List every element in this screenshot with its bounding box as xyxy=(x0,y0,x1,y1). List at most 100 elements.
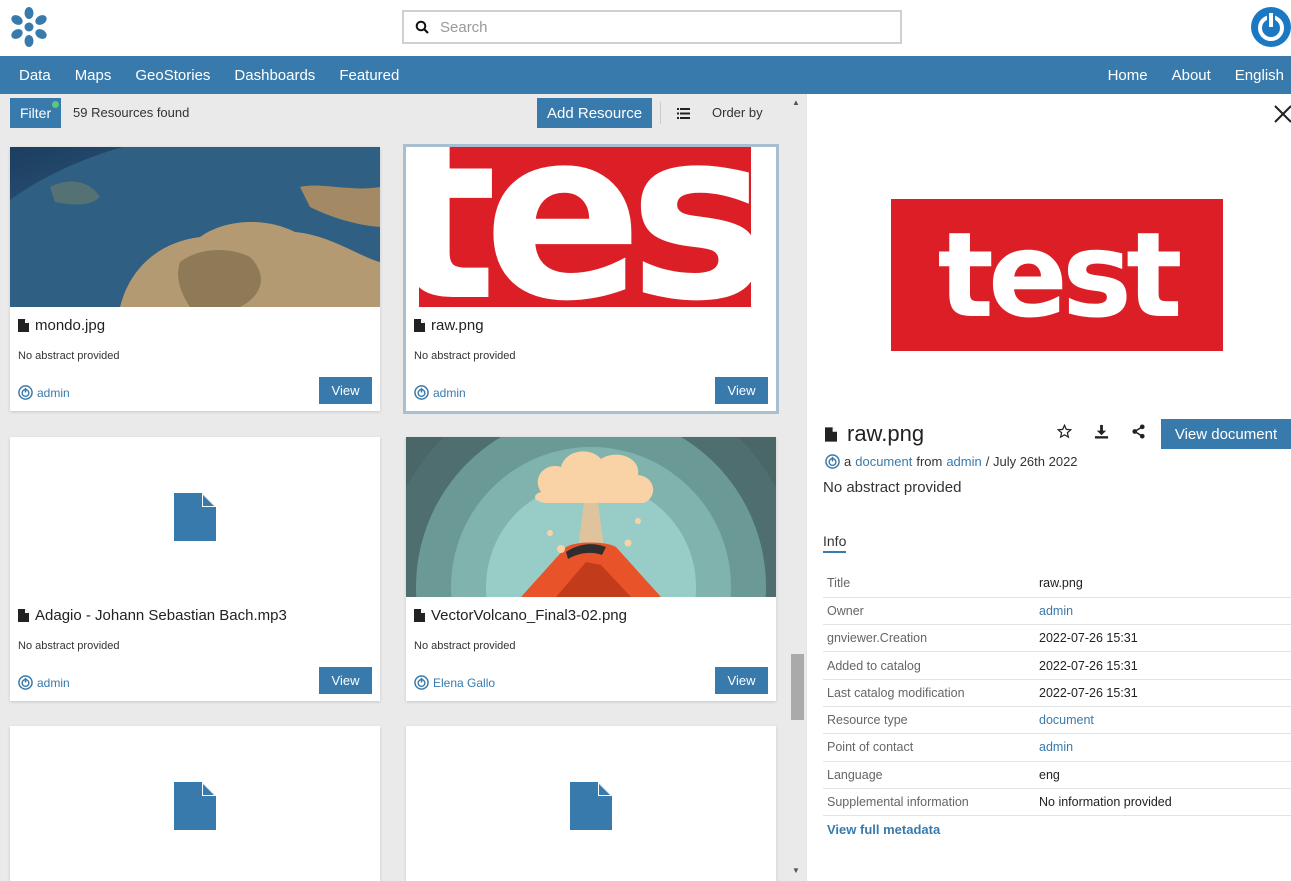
geonode-logo-icon[interactable] xyxy=(8,6,50,48)
tab-info[interactable]: Info xyxy=(823,533,847,553)
resource-card[interactable]: mondo.jpg No abstract provided admin Vie… xyxy=(10,147,380,411)
byline-a: a xyxy=(844,454,852,469)
info-key: Language xyxy=(823,761,1035,789)
scroll-up-arrow-icon[interactable]: ▲ xyxy=(792,98,800,107)
scroll-down-arrow-icon[interactable]: ▼ xyxy=(792,866,800,875)
star-icon[interactable] xyxy=(1057,424,1072,439)
view-button[interactable]: View xyxy=(319,377,372,404)
info-value: eng xyxy=(1035,761,1291,789)
close-icon[interactable] xyxy=(1273,104,1291,124)
resource-toolbar: Filter 59 Resources found Add Resource O… xyxy=(10,98,780,128)
resource-card[interactable]: Adagio - Johann Sebastian Bach.mp3 No ab… xyxy=(10,437,380,701)
info-row: Resource type document xyxy=(823,706,1291,735)
list-view-icon[interactable] xyxy=(677,106,690,124)
user-power-icon xyxy=(414,675,429,690)
nav-about[interactable]: About xyxy=(1160,67,1223,84)
info-row: Added to catalog 2022-07-26 15:31 xyxy=(823,651,1291,680)
card-thumbnail xyxy=(10,147,380,307)
main-navbar: Data Maps GeoStories Dashboards Featured… xyxy=(0,56,1291,94)
card-title[interactable]: raw.png xyxy=(414,317,484,334)
search-box[interactable] xyxy=(402,10,902,44)
info-value-link[interactable]: document xyxy=(1035,706,1291,735)
user-power-icon xyxy=(18,385,33,400)
card-thumbnail xyxy=(10,726,380,881)
nav-geostories[interactable]: GeoStories xyxy=(123,67,222,84)
detail-actions xyxy=(1057,424,1146,439)
card-thumbnail xyxy=(406,437,776,597)
info-key: Last catalog modification xyxy=(823,679,1035,707)
info-value: 2022-07-26 15:31 xyxy=(1035,624,1291,653)
nav-featured[interactable]: Featured xyxy=(327,67,411,84)
share-icon[interactable] xyxy=(1131,424,1146,439)
user-power-icon xyxy=(18,675,33,690)
card-thumbnail xyxy=(10,437,380,597)
byline-type-link[interactable]: document xyxy=(855,454,912,469)
view-button[interactable]: View xyxy=(715,377,768,404)
card-owner[interactable]: admin xyxy=(18,385,70,400)
order-by-dropdown[interactable]: Order by xyxy=(712,105,763,120)
info-row: Last catalog modification 2022-07-26 15:3… xyxy=(823,679,1291,707)
document-icon xyxy=(18,609,29,622)
info-key: Supplemental information xyxy=(823,788,1035,817)
download-icon[interactable] xyxy=(1094,424,1109,439)
card-title-text: raw.png xyxy=(431,317,484,334)
info-key: Resource type xyxy=(823,706,1035,735)
info-value-link[interactable]: admin xyxy=(1035,597,1291,626)
card-title-text: mondo.jpg xyxy=(35,317,106,334)
resource-card[interactable]: VectorVolcano_Final3-02.png No abstract … xyxy=(406,437,776,701)
info-value: No information provided xyxy=(1035,788,1291,817)
detail-title-text: raw.png xyxy=(847,421,925,446)
card-abstract: No abstract provided xyxy=(18,640,120,652)
card-owner[interactable]: admin xyxy=(414,385,466,400)
resources-found-count: 59 Resources found xyxy=(73,105,190,120)
nav-maps[interactable]: Maps xyxy=(63,67,124,84)
card-owner-name: Elena Gallo xyxy=(433,675,496,690)
info-value: 2022-07-26 15:31 xyxy=(1035,651,1291,680)
resource-card[interactable] xyxy=(406,726,776,881)
card-title[interactable]: VectorVolcano_Final3-02.png xyxy=(414,607,627,624)
scrollbar-track[interactable] xyxy=(789,94,806,881)
filter-button[interactable]: Filter xyxy=(10,98,62,128)
search-input[interactable] xyxy=(440,18,880,36)
card-title-text: VectorVolcano_Final3-02.png xyxy=(431,607,627,624)
card-thumbnail: test xyxy=(406,147,776,307)
view-full-metadata-link[interactable]: View full metadata xyxy=(827,822,940,837)
info-value: 2022-07-26 15:31 xyxy=(1035,679,1291,707)
info-value-link[interactable]: admin xyxy=(1035,733,1291,762)
view-button[interactable]: View xyxy=(319,667,372,694)
toolbar-divider xyxy=(660,102,661,124)
scrollbar-thumb[interactable] xyxy=(791,654,804,720)
card-title[interactable]: mondo.jpg xyxy=(18,317,105,334)
document-icon xyxy=(414,319,425,332)
info-value: raw.png xyxy=(1035,570,1291,598)
card-title[interactable]: Adagio - Johann Sebastian Bach.mp3 xyxy=(18,607,287,624)
info-key: Title xyxy=(823,570,1035,598)
top-bar xyxy=(0,0,1291,56)
filter-label: Filter xyxy=(20,105,52,121)
resource-card[interactable] xyxy=(10,726,380,881)
card-abstract: No abstract provided xyxy=(414,640,516,652)
resource-card-selected[interactable]: test raw.png No abstract provided admin … xyxy=(403,144,779,414)
info-row: Title raw.png xyxy=(823,570,1291,598)
add-resource-button[interactable]: Add Resource xyxy=(537,98,653,128)
user-power-icon xyxy=(414,385,429,400)
nav-language[interactable]: English xyxy=(1223,67,1291,84)
card-owner-name: admin xyxy=(433,385,466,400)
file-placeholder-icon xyxy=(570,782,612,830)
nav-home[interactable]: Home xyxy=(1096,67,1160,84)
card-thumbnail xyxy=(406,726,776,881)
nav-dashboards[interactable]: Dashboards xyxy=(222,67,327,84)
view-button[interactable]: View xyxy=(715,667,768,694)
view-document-button[interactable]: View document xyxy=(1161,419,1291,449)
document-icon xyxy=(18,319,29,332)
detail-title: raw.png xyxy=(825,421,924,447)
info-key: gnviewer.Creation xyxy=(823,624,1035,653)
card-owner[interactable]: admin xyxy=(18,675,70,690)
preview-text: test xyxy=(937,206,1182,344)
user-avatar-power-icon[interactable] xyxy=(1250,6,1291,48)
card-owner[interactable]: Elena Gallo xyxy=(414,675,495,690)
document-icon xyxy=(414,609,425,622)
byline-owner-link[interactable]: admin xyxy=(946,454,981,469)
nav-data[interactable]: Data xyxy=(7,67,63,84)
byline-date: / July 26th 2022 xyxy=(985,454,1078,469)
